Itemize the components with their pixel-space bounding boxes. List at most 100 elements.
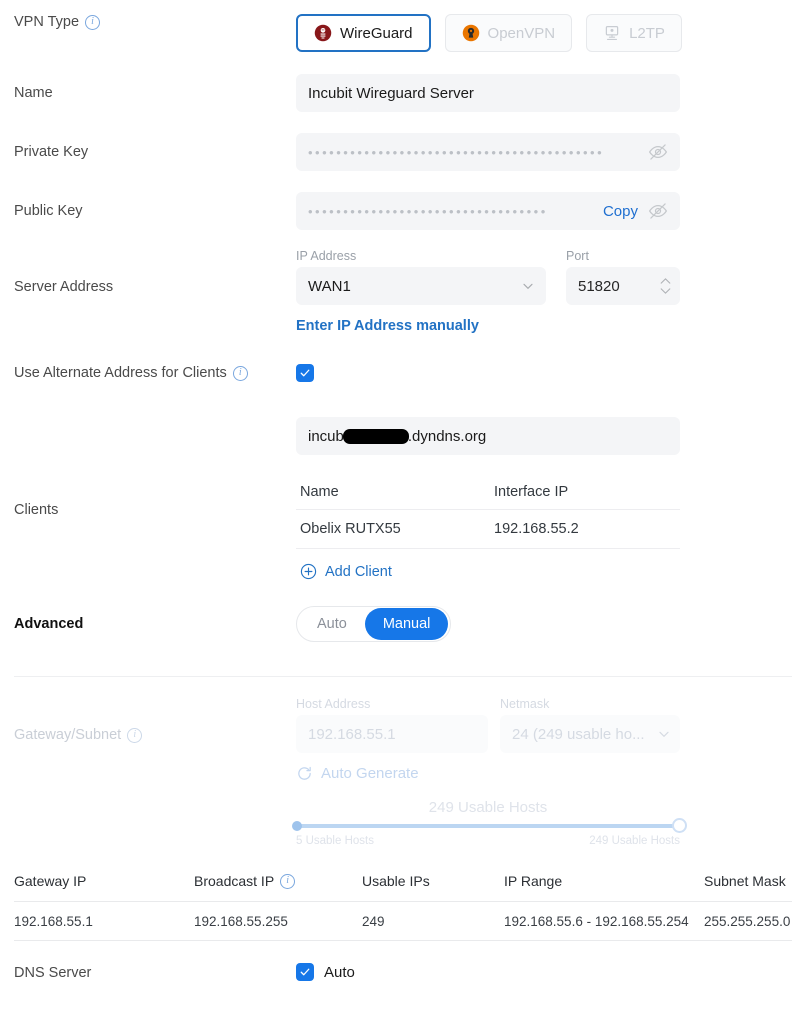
refresh-icon (298, 766, 311, 780)
usable-hosts-caption: 249 Usable Hosts (428, 799, 548, 816)
vpn-type-options: WireGuard OpenVPN L2TP (296, 14, 792, 52)
ip-address-select[interactable]: WAN1 (296, 267, 546, 305)
host-address-value: 192.168.55.1 (308, 725, 396, 743)
eye-off-icon[interactable] (648, 201, 668, 221)
table-row[interactable]: Obelix RUTX55 192.168.55.2 (296, 510, 680, 549)
row-public-key: Public Key •••••••••••••••••••••••••••••… (0, 171, 806, 230)
info-icon[interactable]: i (85, 14, 101, 30)
host-address-input[interactable]: 192.168.55.1 (296, 715, 488, 753)
row-clients: Clients Name Interface IP Obelix RUTX55 … (0, 455, 806, 580)
host-address-label: Host Address (296, 697, 371, 711)
slider-start-dot (292, 821, 302, 831)
info-icon[interactable]: i (280, 873, 296, 889)
private-key-label-col: Private Key (14, 133, 296, 171)
chevron-up-icon[interactable] (659, 277, 672, 285)
alternate-address-field-col (296, 364, 792, 384)
copy-public-key-button[interactable]: Copy (603, 203, 648, 220)
column-ip-range: IP Range (504, 873, 563, 889)
row-advanced: Advanced Auto Manual (0, 580, 806, 642)
advanced-label: Advanced (14, 616, 84, 632)
name-input-value: Incubit Wireguard Server (308, 84, 474, 102)
slider-handle[interactable] (672, 818, 687, 833)
name-label-col: Name (14, 74, 296, 112)
netmask-value: 24 (249 usable ho... (512, 725, 645, 743)
clients-table: Name Interface IP Obelix RUTX55 192.168.… (296, 475, 680, 580)
server-address-inputs: IP Address WAN1 Port 51820 (296, 249, 792, 305)
cell-subnet-mask: 255.255.255.0 (704, 913, 791, 929)
table-row: 192.168.55.1 192.168.55.255 249 192.168.… (14, 902, 792, 941)
row-gateway-subnet: Gateway/Subnet i Host Address 192.168.55… (0, 677, 806, 847)
cell-usable-ips: 249 (362, 913, 385, 929)
netmask-group: Netmask 24 (249 usable ho... (500, 697, 680, 753)
alternate-address-suffix: .dyndns.org (407, 427, 487, 445)
name-label: Name (14, 85, 53, 101)
name-field-col: Incubit Wireguard Server (296, 74, 792, 112)
port-label: Port (566, 249, 589, 263)
host-address-group: Host Address 192.168.55.1 (296, 697, 488, 753)
port-input-value: 51820 (578, 277, 620, 295)
gateway-subnet-field-col: Host Address 192.168.55.1 Netmask 24 (24… (292, 697, 792, 847)
public-key-input[interactable]: •••••••••••••••••••••••••••••••••• Copy (296, 192, 680, 230)
auto-generate-button[interactable]: Auto Generate (296, 765, 792, 782)
clients-table-header: Name Interface IP (296, 475, 680, 510)
chevron-down-icon (659, 731, 669, 738)
chevron-down-icon[interactable] (659, 287, 672, 295)
alternate-address-input[interactable]: incub .dyndns.org (296, 417, 680, 455)
port-stepper[interactable] (659, 277, 672, 295)
clients-column-interface-ip: Interface IP (494, 484, 569, 500)
vpn-type-option-l2tp[interactable]: L2TP (586, 14, 682, 52)
auto-generate-label: Auto Generate (321, 765, 419, 782)
alternate-address-checkbox[interactable] (296, 364, 314, 382)
add-client-label: Add Client (325, 563, 392, 580)
private-key-input[interactable]: ••••••••••••••••••••••••••••••••••••••••… (296, 133, 680, 171)
dns-auto-group: Auto (296, 963, 792, 981)
port-group: Port 51820 (566, 249, 680, 305)
plus-circle-icon (300, 563, 317, 580)
dns-server-label: DNS Server (14, 965, 92, 981)
vpn-type-option-openvpn[interactable]: OpenVPN (444, 14, 573, 52)
dns-auto-checkbox[interactable] (296, 963, 314, 981)
row-server-address: Server Address IP Address WAN1 Port 5182… (0, 230, 806, 334)
ip-address-label: IP Address (296, 249, 357, 263)
info-icon[interactable]: i (232, 365, 248, 381)
gateway-subnet-label: Gateway/Subnet (14, 727, 122, 743)
usable-hosts-slider[interactable] (292, 818, 687, 833)
advanced-mode-manual[interactable]: Manual (364, 608, 449, 640)
chevron-down-icon (523, 283, 533, 290)
private-key-masked-value: ••••••••••••••••••••••••••••••••••••••••… (308, 145, 605, 159)
column-subnet-mask: Subnet Mask (704, 873, 786, 889)
enter-ip-manually-link[interactable]: Enter IP Address manually (296, 318, 792, 334)
cell-broadcast-ip: 192.168.55.255 (194, 913, 288, 929)
slider-end-labels: 5 Usable Hosts 249 Usable Hosts (296, 835, 680, 847)
clients-column-name: Name (300, 484, 339, 500)
dns-server-field-col: Auto (296, 963, 792, 981)
row-dns-server: DNS Server Auto (0, 941, 806, 983)
ip-address-select-value: WAN1 (308, 277, 351, 295)
vpn-type-label-col: VPN Type i (14, 14, 296, 30)
eye-off-icon[interactable] (648, 142, 668, 162)
slider-fill (296, 824, 680, 828)
column-broadcast-ip-label: Broadcast IP (194, 873, 275, 889)
info-icon[interactable]: i (127, 727, 143, 743)
row-alternate-address-value: incub .dyndns.org (0, 384, 806, 455)
row-private-key: Private Key ••••••••••••••••••••••••••••… (0, 112, 806, 171)
public-key-label-col: Public Key (14, 192, 296, 230)
alternate-address-label: Use Alternate Address for Clients (14, 365, 227, 381)
private-key-label: Private Key (14, 144, 89, 160)
wireguard-icon (314, 24, 332, 42)
name-input[interactable]: Incubit Wireguard Server (296, 74, 680, 112)
clients-field-col: Name Interface IP Obelix RUTX55 192.168.… (296, 475, 792, 580)
client-interface-ip: 192.168.55.2 (494, 521, 579, 537)
check-icon (300, 369, 310, 377)
vpn-type-option-wireguard[interactable]: WireGuard (296, 14, 431, 52)
client-name: Obelix RUTX55 (300, 521, 401, 537)
alternate-address-label-col: Use Alternate Address for Clients i (14, 364, 296, 382)
dns-auto-label: Auto (324, 963, 355, 981)
advanced-mode-toggle: Auto Manual (296, 606, 452, 642)
netmask-select[interactable]: 24 (249 usable ho... (500, 715, 680, 753)
advanced-mode-auto[interactable]: Auto (299, 608, 365, 640)
port-input[interactable]: 51820 (566, 267, 680, 305)
public-key-field-col: •••••••••••••••••••••••••••••••••• Copy (296, 192, 792, 230)
clients-label: Clients (14, 502, 59, 518)
add-client-button[interactable]: Add Client (296, 549, 680, 580)
